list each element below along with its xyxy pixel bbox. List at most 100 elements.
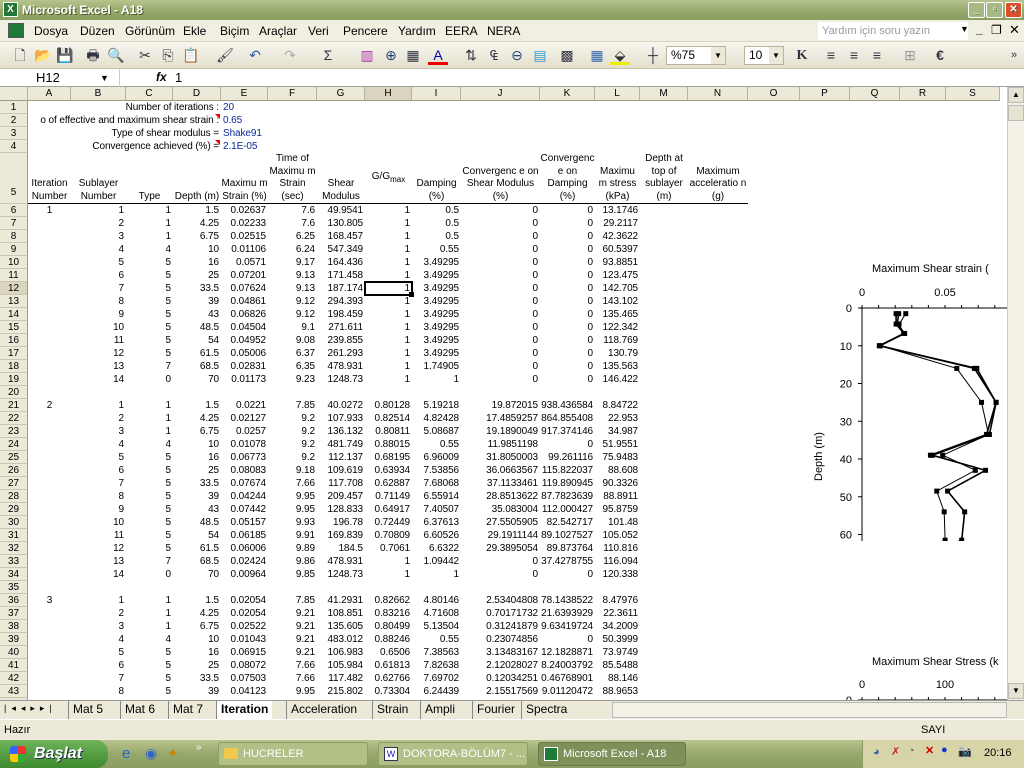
task-word[interactable]: W DOKTORA-BÖLÜM7 - ... [378, 742, 528, 766]
cell-F11[interactable]: 9.13 [268, 269, 317, 282]
cell-J43[interactable]: 2.15517569 [461, 685, 540, 698]
cell-J36[interactable]: 2.53404808 [461, 594, 540, 607]
cell-I13[interactable]: 3.49295 [412, 295, 461, 308]
row-header-22[interactable]: 22 [0, 412, 28, 425]
cell-K39[interactable]: 0 [540, 633, 595, 646]
cell-K18[interactable]: 0 [540, 360, 595, 373]
row-header-28[interactable]: 28 [0, 490, 28, 503]
cell-F29[interactable]: 9.95 [268, 503, 317, 516]
cell-I36[interactable]: 4.80146 [412, 594, 461, 607]
cell-E26[interactable]: 0.08083 [221, 464, 268, 477]
cell-C32[interactable]: 5 [126, 542, 173, 555]
cell-B30[interactable]: 10 [71, 516, 126, 529]
row-header-1[interactable]: 1 [0, 101, 28, 114]
cell-D10[interactable]: 16 [173, 256, 221, 269]
cell-F21[interactable]: 7.85 [268, 399, 317, 412]
cell-L27[interactable]: 90.3326 [595, 477, 640, 490]
cell-J38[interactable]: 0.31241879 [461, 620, 540, 633]
cell-L22[interactable]: 22.953 [595, 412, 640, 425]
cell-F19[interactable]: 9.23 [268, 373, 317, 386]
cell-J41[interactable]: 2.12028027 [461, 659, 540, 672]
cell-K21[interactable]: 938.436584 [540, 399, 595, 412]
column-header-A[interactable]: A [28, 87, 71, 101]
cell-E33[interactable]: 0.02424 [221, 555, 268, 568]
cell-B25[interactable]: 5 [71, 451, 126, 464]
cell-J11[interactable]: 0 [461, 269, 540, 282]
cell-L19[interactable]: 146.422 [595, 373, 640, 386]
cell-E23[interactable]: 0.0257 [221, 425, 268, 438]
cell-I25[interactable]: 6.96009 [412, 451, 461, 464]
volume-icon[interactable]: ◔ [908, 745, 915, 757]
row-header-8[interactable]: 8 [0, 230, 28, 243]
cell-L31[interactable]: 105.052 [595, 529, 640, 542]
cell-D28[interactable]: 39 [173, 490, 221, 503]
cell-G22[interactable]: 107.933 [317, 412, 365, 425]
menu-ekle[interactable]: Ekle [183, 24, 206, 38]
cell-I30[interactable]: 6.37613 [412, 516, 461, 529]
cell-D23[interactable]: 6.75 [173, 425, 221, 438]
doc-minimize-button[interactable]: _ [976, 22, 983, 36]
cell-B27[interactable]: 7 [71, 477, 126, 490]
scroll-thumb[interactable] [1008, 105, 1024, 121]
cell-H30[interactable]: 0.72449 [365, 516, 412, 529]
cell-J28[interactable]: 28.8513622 [461, 490, 540, 503]
cell-H10[interactable]: 1 [365, 256, 412, 269]
cell-F24[interactable]: 9.2 [268, 438, 317, 451]
cell-K41[interactable]: 8.24003792 [540, 659, 595, 672]
cell-D7[interactable]: 4.25 [173, 217, 221, 230]
cell-J40[interactable]: 3.13483167 [461, 646, 540, 659]
cell-L28[interactable]: 88.8911 [595, 490, 640, 503]
cell-E39[interactable]: 0.01043 [221, 633, 268, 646]
column-header-S[interactable]: S [946, 87, 1000, 101]
column-header-Q[interactable]: Q [850, 87, 900, 101]
cell-E10[interactable]: 0.0571 [221, 256, 268, 269]
cell-B21[interactable]: 1 [71, 399, 126, 412]
column-header-K[interactable]: K [540, 87, 595, 101]
cell-I31[interactable]: 6.60526 [412, 529, 461, 542]
font-color-icon[interactable]: A [428, 46, 448, 65]
tab-mat-7[interactable]: Mat 7 [168, 701, 207, 719]
cell-K8[interactable]: 0 [540, 230, 595, 243]
row-header-33[interactable]: 33 [0, 555, 28, 568]
cell-E15[interactable]: 0.04504 [221, 321, 268, 334]
cell-C8[interactable]: 1 [126, 230, 173, 243]
tab-ampli[interactable]: Ampli [420, 701, 459, 719]
cell-L26[interactable]: 88.608 [595, 464, 640, 477]
cell-H18[interactable]: 1 [365, 360, 412, 373]
cell-C16[interactable]: 5 [126, 334, 173, 347]
cell-D37[interactable]: 4.25 [173, 607, 221, 620]
cell-I8[interactable]: 0.5 [412, 230, 461, 243]
cell-K9[interactable]: 0 [540, 243, 595, 256]
function-icon[interactable]: fx [156, 70, 167, 84]
cell-D34[interactable]: 70 [173, 568, 221, 581]
cell-F7[interactable]: 7.6 [268, 217, 317, 230]
cell-B41[interactable]: 6 [71, 659, 126, 672]
column-header-E[interactable]: E [221, 87, 268, 101]
cell-B31[interactable]: 11 [71, 529, 126, 542]
cell-E31[interactable]: 0.06185 [221, 529, 268, 542]
row-header-5[interactable]: 5 [0, 153, 28, 204]
cell-F18[interactable]: 6.35 [268, 360, 317, 373]
bold-button[interactable]: K [792, 46, 812, 65]
cell-G21[interactable]: 40.0272 [317, 399, 365, 412]
cell-I43[interactable]: 6.24439 [412, 685, 461, 698]
cell-H32[interactable]: 0.7061 [365, 542, 412, 555]
cell-A21[interactable]: 2 [28, 399, 71, 412]
cell-J22[interactable]: 17.4859257 [461, 412, 540, 425]
cell-I34[interactable]: 1 [412, 568, 461, 581]
column-header-J[interactable]: J [461, 87, 540, 101]
redo-icon[interactable]: ↷ [280, 46, 300, 65]
menu-araçlar[interactable]: Araçlar [259, 24, 297, 38]
menu-dosya[interactable]: Dosya [34, 24, 68, 38]
cell-E37[interactable]: 0.02054 [221, 607, 268, 620]
cell-B17[interactable]: 12 [71, 347, 126, 360]
cell-I38[interactable]: 5.13504 [412, 620, 461, 633]
cell-G31[interactable]: 169.839 [317, 529, 365, 542]
cell-G40[interactable]: 106.983 [317, 646, 365, 659]
row-header-10[interactable]: 10 [0, 256, 28, 269]
cell-B19[interactable]: 14 [71, 373, 126, 386]
cell-D16[interactable]: 54 [173, 334, 221, 347]
cell-C19[interactable]: 0 [126, 373, 173, 386]
cell-G24[interactable]: 481.749 [317, 438, 365, 451]
cell-G16[interactable]: 239.855 [317, 334, 365, 347]
